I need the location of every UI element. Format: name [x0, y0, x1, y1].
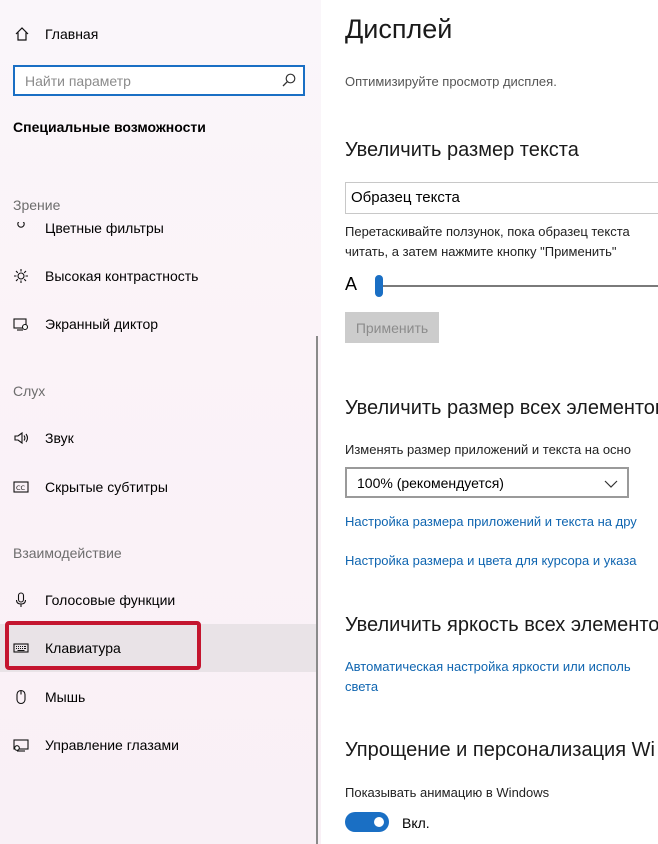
sidebar-item-label: Высокая контрастность: [45, 268, 199, 284]
toggle-knob: [374, 817, 384, 827]
cursor-size-link[interactable]: Настройка размера и цвета для курсора и …: [345, 553, 636, 569]
slider-label: A: [345, 274, 358, 294]
text-size-instructions-line1: Перетаскивайте ползунок, пока образец те…: [345, 224, 630, 239]
text-size-slider-track[interactable]: [377, 285, 658, 287]
sample-text-box: Образец текста: [345, 182, 658, 214]
advanced-scaling-link[interactable]: Настройка размера приложений и текста на…: [345, 514, 637, 530]
scale-select-value: 100% (рекомендуется): [357, 475, 504, 491]
sidebar-scrollbar[interactable]: [316, 336, 318, 844]
color-filters-icon: [17, 222, 25, 228]
sidebar-item-eye-control[interactable]: Управление глазами: [0, 721, 316, 769]
narrator-icon: [13, 318, 29, 331]
sun-icon: [14, 269, 28, 283]
text-size-heading: Увеличить размер текста: [345, 139, 579, 161]
scale-label: Изменять размер приложений и текста на о…: [345, 442, 631, 457]
search-box[interactable]: [13, 65, 305, 96]
closed-captions-icon: CC: [13, 481, 29, 493]
brightness-link-line2[interactable]: света: [345, 679, 378, 695]
speaker-icon: [14, 431, 29, 445]
mouse-icon: [16, 689, 26, 705]
sidebar-item-captions[interactable]: CC Скрытые субтитры: [0, 463, 316, 511]
sidebar-item-speech[interactable]: Голосовые функции: [0, 576, 316, 624]
scale-select[interactable]: 100% (рекомендуется): [345, 467, 629, 498]
sidebar-item-mouse[interactable]: Мышь: [0, 673, 316, 721]
sidebar-item-label: Управление глазами: [45, 737, 179, 753]
microphone-icon: [15, 592, 27, 607]
sidebar-item-label: Мышь: [45, 689, 86, 705]
animation-toggle[interactable]: [345, 812, 389, 832]
group-vision: Зрение: [13, 197, 61, 213]
home-icon: [15, 27, 29, 41]
sidebar-item-label: Экранный диктор: [45, 316, 159, 332]
brightness-link-line1[interactable]: Автоматическая настройка яркости или исп…: [345, 659, 631, 675]
selection-highlight-box: [5, 621, 201, 670]
search-input[interactable]: [15, 67, 265, 94]
main-content: Дисплей Оптимизируйте просмотр дисплея. …: [321, 0, 658, 844]
sidebar-item-label: Голосовые функции: [45, 592, 176, 608]
brightness-heading: Увеличить яркость всех элементо: [345, 614, 658, 636]
sidebar: Главная Специальные возможности Зрение Ц…: [0, 0, 321, 844]
animation-toggle-state: Вкл.: [402, 815, 430, 831]
home-label: Главная: [45, 26, 99, 42]
chevron-down-icon: [604, 480, 618, 488]
sidebar-item-color-filters[interactable]: Цветные фильтры: [0, 222, 316, 236]
search-icon[interactable]: [281, 72, 297, 88]
text-size-slider-thumb[interactable]: [375, 275, 383, 297]
personalize-heading: Упрощение и персонализация Wi: [345, 739, 655, 761]
section-title: Специальные возможности: [13, 119, 206, 135]
apply-button[interactable]: Применить: [345, 312, 439, 343]
page-description: Оптимизируйте просмотр дисплея.: [345, 74, 557, 89]
sidebar-item-label: Звук: [45, 430, 74, 446]
group-interaction: Взаимодействие: [13, 545, 122, 561]
text-size-instructions-line2: читать, а затем нажмите кнопку "Применит…: [345, 244, 617, 259]
sidebar-item-narrator[interactable]: Экранный диктор: [0, 300, 316, 348]
sidebar-item-high-contrast[interactable]: Высокая контрастность: [0, 252, 316, 300]
home-link[interactable]: Главная: [14, 24, 98, 44]
sidebar-item-label: Скрытые субтитры: [45, 479, 168, 495]
animation-label: Показывать анимацию в Windows: [345, 785, 550, 800]
sidebar-item-audio[interactable]: Звук: [0, 414, 316, 462]
svg-text:CC: CC: [16, 484, 26, 492]
everything-size-heading: Увеличить размер всех элементов: [345, 397, 658, 419]
group-hearing: Слух: [13, 383, 46, 399]
eye-control-icon: [13, 739, 29, 752]
sidebar-item-label: Цветные фильтры: [45, 222, 164, 236]
page-title: Дисплей: [345, 14, 453, 44]
